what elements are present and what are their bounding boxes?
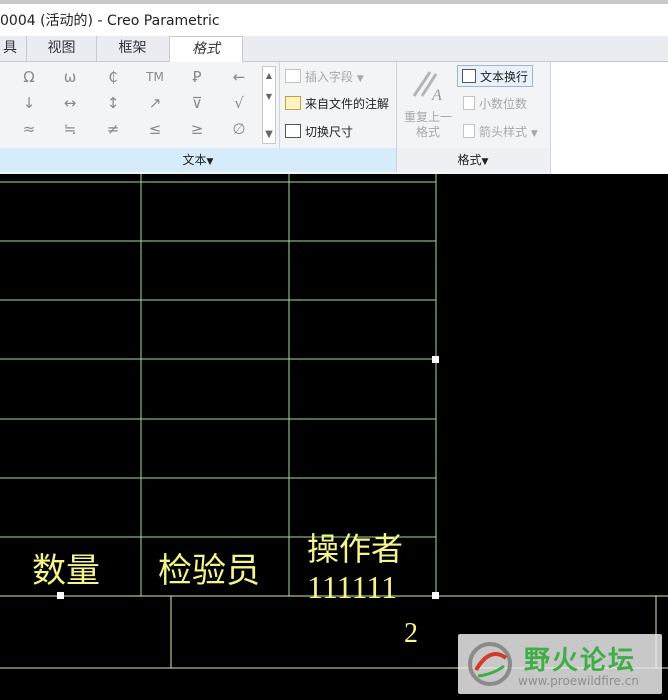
symbol-horizontal-double-arrow[interactable]: ↔ bbox=[57, 92, 83, 114]
watermark-url: www.proewildfire.cn bbox=[518, 674, 639, 688]
symbol-less-equal[interactable]: ≤ bbox=[142, 118, 168, 140]
insert-field-icon bbox=[285, 69, 301, 83]
ribbon: Ω ω ₵ TM Ꝑ ← ↓ ↔ ↕ ↗ ⊽ √ ≈ ≒ ≠ ≤ ≥ ∅ ▲ ▼… bbox=[0, 62, 668, 174]
symbol-small-omega[interactable]: ω bbox=[57, 66, 83, 88]
text-wrap-button[interactable]: 文本换行 bbox=[457, 65, 534, 87]
cell-operator-value[interactable]: 111111 bbox=[307, 569, 397, 605]
cell-operator[interactable]: 操作者 bbox=[307, 531, 403, 567]
ribbon-empty-area bbox=[550, 62, 668, 174]
symbol-property-line[interactable]: Ꝑ bbox=[184, 66, 210, 88]
chevron-down-icon: ▼ bbox=[206, 157, 214, 167]
scroll-down-icon[interactable]: ▼ bbox=[263, 91, 275, 103]
text-group-label[interactable]: 文本▼ bbox=[0, 148, 396, 172]
expand-palette-icon[interactable]: ▼ bbox=[263, 129, 275, 141]
note-file-icon bbox=[285, 96, 301, 110]
drawing-table[interactable]: 数量 检验员 操作者 111111 2 bbox=[0, 174, 668, 700]
symbol-centerline[interactable]: ₵ bbox=[100, 66, 126, 88]
cell-sheet-value[interactable]: 2 bbox=[404, 618, 418, 649]
symbol-approx[interactable]: ≈ bbox=[16, 118, 42, 140]
svg-text:A: A bbox=[431, 87, 442, 102]
note-from-file-button[interactable]: 来自文件的注解 bbox=[285, 93, 389, 115]
symbol-greater-equal[interactable]: ≥ bbox=[184, 118, 210, 140]
selection-handle[interactable] bbox=[57, 592, 64, 599]
symbol-depth[interactable]: ⊽ bbox=[184, 92, 210, 114]
repeat-format-icon: A bbox=[412, 71, 442, 104]
format-group-label[interactable]: 格式▼ bbox=[397, 148, 549, 172]
symbol-approx-equal[interactable]: ≒ bbox=[57, 118, 83, 140]
arrow-style-icon bbox=[463, 124, 475, 138]
symbol-square-root[interactable]: √ bbox=[226, 92, 252, 114]
decimal-places-icon bbox=[463, 96, 475, 110]
watermark-title: 野火论坛 bbox=[524, 646, 637, 676]
symbol-left-arrow[interactable]: ← bbox=[226, 66, 252, 88]
symbol-diagonal-arrow[interactable]: ↗ bbox=[142, 92, 168, 114]
symbol-vertical-double-arrow[interactable]: ↕ bbox=[100, 92, 126, 114]
cell-inspector[interactable]: 检验员 bbox=[158, 552, 260, 590]
drawing-canvas[interactable]: 数量 检验员 操作者 111111 2 bbox=[0, 174, 668, 700]
cell-quantity[interactable]: 数量 bbox=[32, 552, 100, 590]
ribbon-tabs: 具 视图 框架 格式 bbox=[0, 36, 668, 62]
text-wrap-icon bbox=[462, 69, 476, 83]
selection-handle[interactable] bbox=[432, 356, 439, 363]
toggle-dimension-icon bbox=[285, 124, 301, 138]
repeat-format-button[interactable]: A 重复上一格式 bbox=[400, 64, 456, 140]
forum-logo-icon bbox=[468, 642, 512, 686]
tab-tools[interactable]: 具 bbox=[0, 36, 20, 61]
symbol-palette-scroll[interactable]: ▲ ▼ ▼ bbox=[262, 66, 276, 144]
tab-frame[interactable]: 框架 bbox=[96, 36, 168, 61]
insert-field-button[interactable]: 插入字段 ▼ bbox=[285, 66, 364, 88]
tab-view[interactable]: 视图 bbox=[26, 36, 96, 61]
title-bar: 0004 (活动的) - Creo Parametric bbox=[0, 0, 668, 36]
symbol-omega[interactable]: Ω bbox=[16, 66, 42, 88]
window-title: 0004 (活动的) - Creo Parametric bbox=[0, 13, 220, 29]
arrow-style-button[interactable]: 箭头样式 ▼ bbox=[463, 121, 538, 143]
symbol-not-equal[interactable]: ≠ bbox=[100, 118, 126, 140]
decimal-places-button[interactable]: 小数位数 bbox=[463, 93, 527, 115]
symbol-diameter[interactable]: ∅ bbox=[226, 118, 252, 140]
chevron-down-icon: ▼ bbox=[481, 157, 489, 167]
symbol-down-arrow[interactable]: ↓ bbox=[16, 92, 42, 114]
chevron-down-icon: ▼ bbox=[530, 129, 538, 139]
toggle-dimension-button[interactable]: 切换尺寸 bbox=[285, 121, 353, 143]
scroll-up-icon[interactable]: ▲ bbox=[263, 70, 275, 82]
watermark: 野火论坛 www.proewildfire.cn bbox=[458, 634, 662, 694]
symbol-trademark[interactable]: TM bbox=[142, 66, 168, 88]
tab-format[interactable]: 格式 bbox=[169, 36, 243, 62]
selection-handle[interactable] bbox=[432, 592, 439, 599]
chevron-down-icon: ▼ bbox=[356, 74, 364, 84]
